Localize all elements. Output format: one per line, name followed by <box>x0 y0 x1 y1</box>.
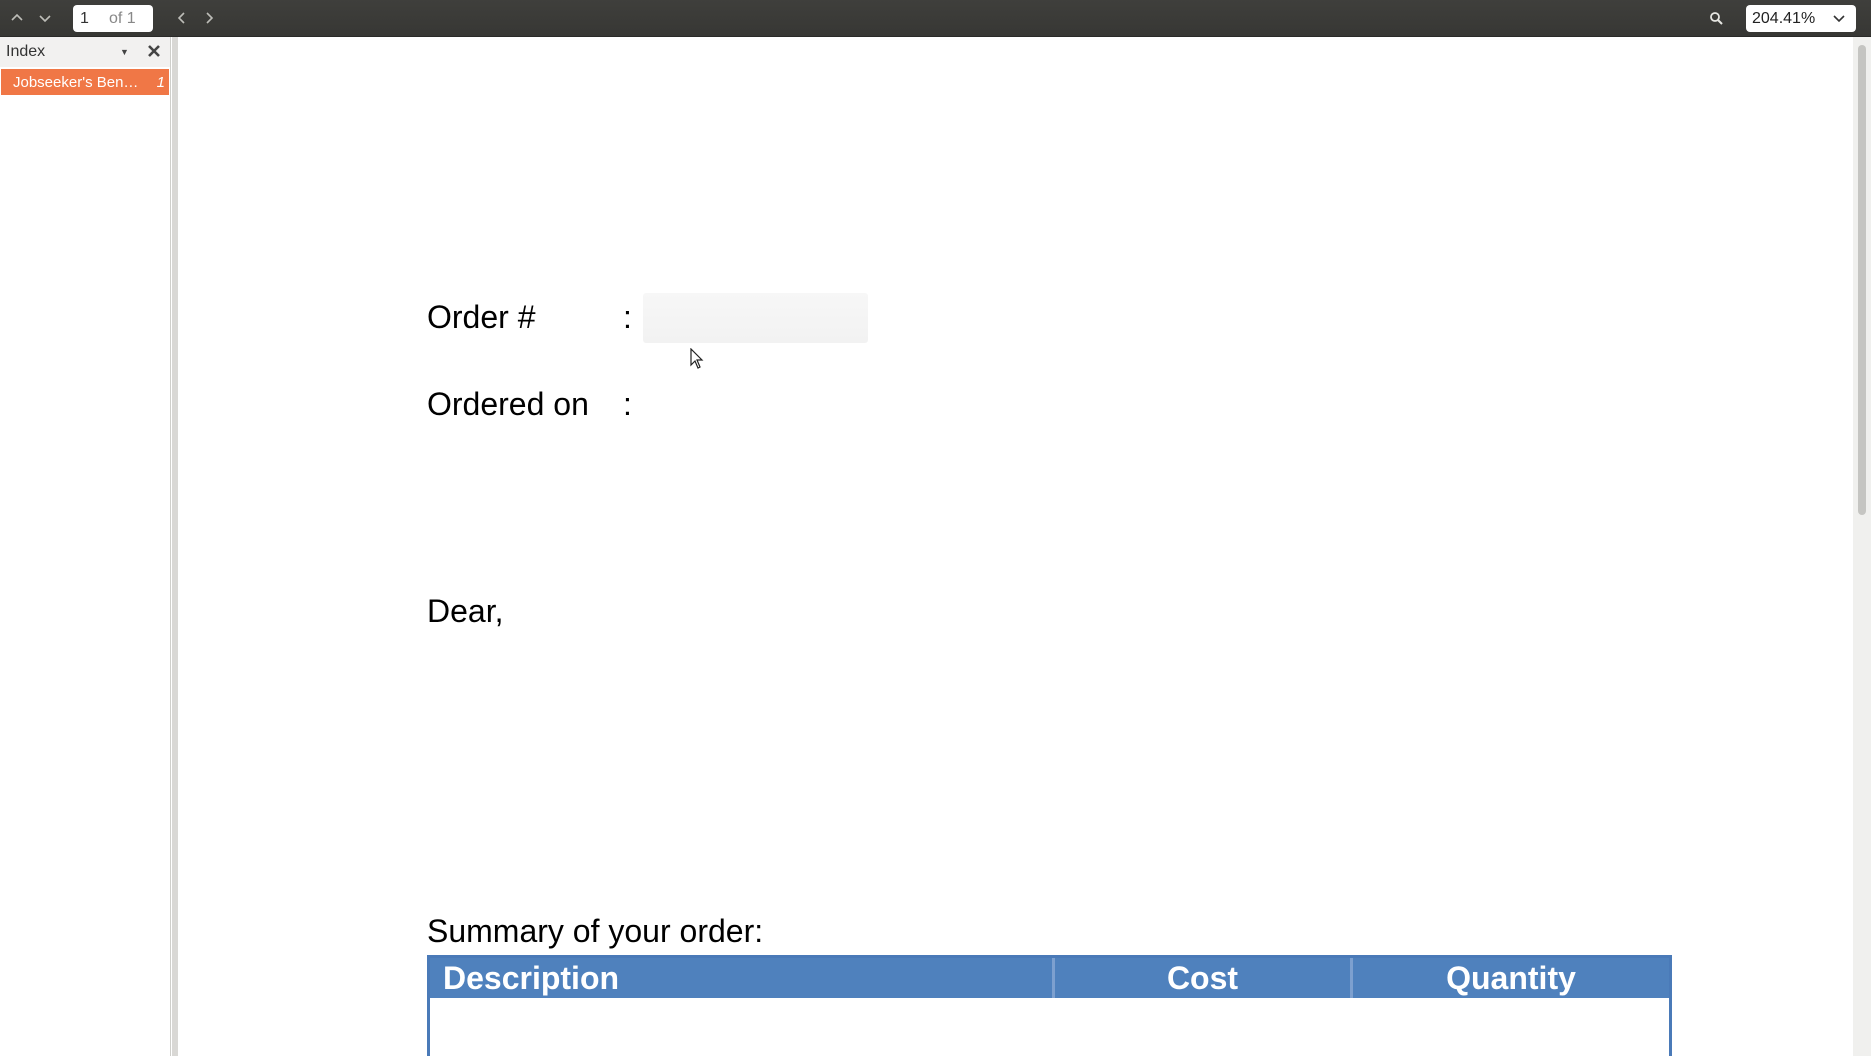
sidebar-header: Index ▼ <box>0 37 170 67</box>
total-pages-label: of 1 <box>109 9 136 27</box>
document-page: Order # : Ordered on : Dear, Summary of … <box>178 37 1853 1056</box>
dropdown-arrow-icon[interactable]: ▼ <box>120 47 129 57</box>
page-number-input[interactable]: 1 of 1 <box>73 5 153 32</box>
summary-heading: Summary of your order: <box>427 913 764 949</box>
mouse-pointer-icon <box>690 348 704 369</box>
toolbar: 1 of 1 204.41% <box>0 0 1871 37</box>
index-item-label: Jobseeker's Ben… <box>13 73 139 91</box>
order-number-colon: : <box>623 299 632 335</box>
table-header-row: Description Cost Quantity <box>430 958 1669 998</box>
close-icon[interactable] <box>146 43 162 59</box>
previous-page-up-icon[interactable] <box>4 6 30 30</box>
vertical-scrollbar[interactable] <box>1853 37 1871 1056</box>
greeting-text: Dear, <box>427 593 504 629</box>
next-page-down-icon[interactable] <box>32 6 58 30</box>
column-header-description: Description <box>430 958 1055 998</box>
pdf-viewer-window: 1 of 1 204.41% Index ▼ Jobseeker's Ben… … <box>0 0 1871 1056</box>
search-icon[interactable] <box>1703 6 1729 30</box>
back-chevron-icon[interactable] <box>169 6 195 30</box>
zoom-select[interactable]: 204.41% <box>1746 5 1856 32</box>
current-page-value[interactable]: 1 <box>73 10 109 28</box>
order-number-field[interactable] <box>643 293 868 343</box>
order-summary-table: Description Cost Quantity <box>427 955 1672 1056</box>
column-header-quantity: Quantity <box>1446 959 1576 996</box>
order-number-label: Order # <box>427 299 536 335</box>
sidebar: Index ▼ Jobseeker's Ben… 1 <box>0 37 171 1056</box>
ordered-on-colon: : <box>623 386 632 422</box>
chevron-down-icon <box>1833 15 1845 23</box>
column-header-cost: Cost <box>1055 958 1353 998</box>
sidebar-item-jobseekers-benefit[interactable]: Jobseeker's Ben… 1 <box>1 69 169 95</box>
forward-chevron-icon[interactable] <box>196 6 222 30</box>
zoom-value: 204.41% <box>1752 9 1816 27</box>
index-item-page: 1 <box>156 73 165 91</box>
ordered-on-label: Ordered on <box>427 386 589 422</box>
sidebar-title[interactable]: Index <box>6 43 45 61</box>
scrollbar-thumb[interactable] <box>1858 45 1866 515</box>
